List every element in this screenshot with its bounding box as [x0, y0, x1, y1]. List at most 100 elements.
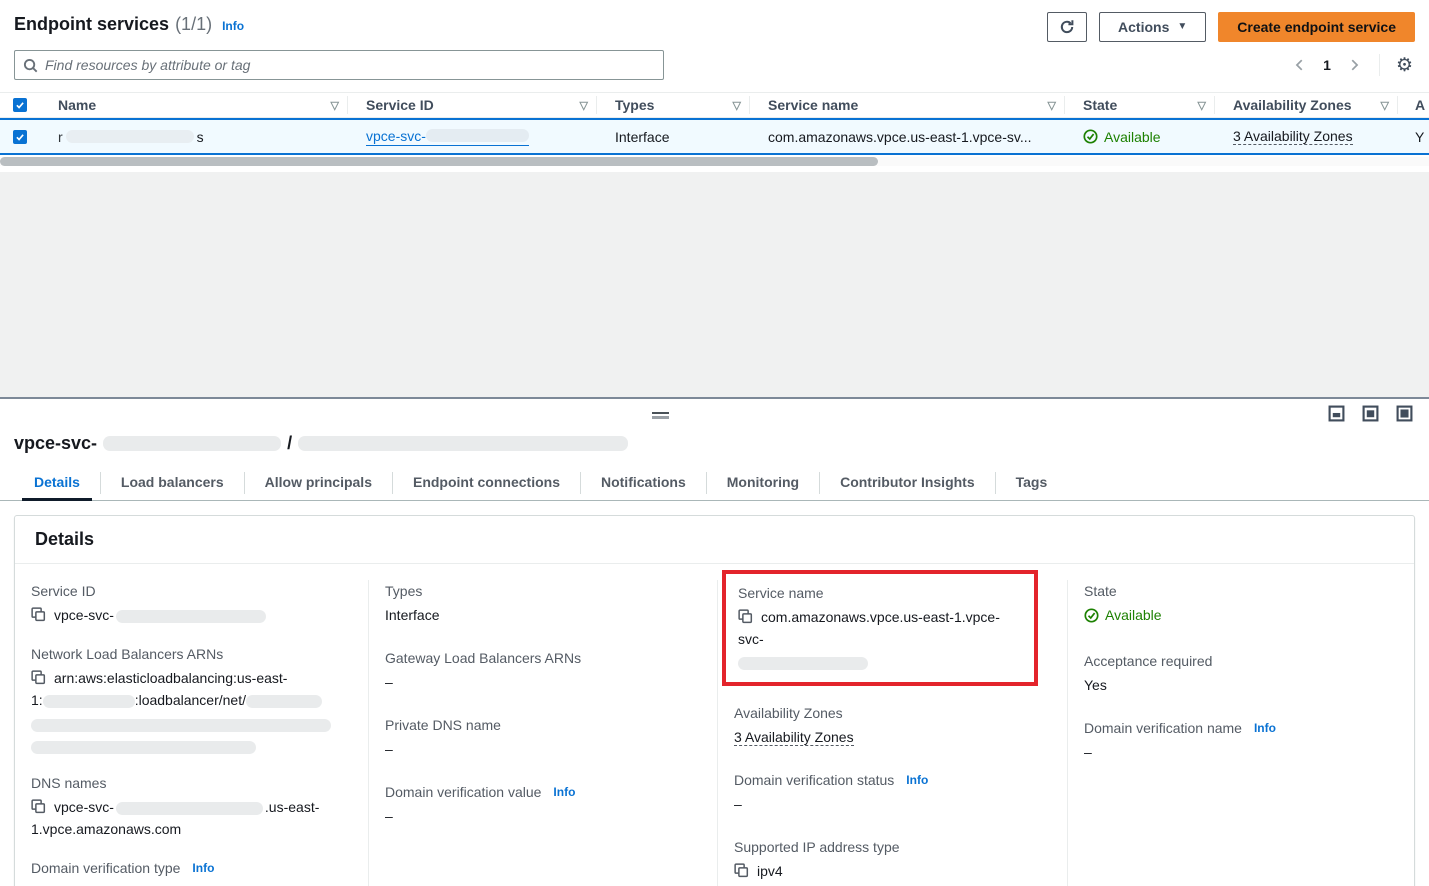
- redacted-service-name: [738, 657, 868, 670]
- redacted-title-id: [103, 436, 281, 451]
- sort-icon-state[interactable]: ▽: [1198, 99, 1206, 112]
- availability-zones-popover-link[interactable]: 3 Availability Zones: [1233, 128, 1353, 145]
- next-page-button[interactable]: [1343, 54, 1365, 76]
- actions-button-label: Actions: [1118, 19, 1169, 35]
- select-all-checkbox[interactable]: [13, 98, 27, 112]
- background-gap: [0, 172, 1429, 397]
- column-header-availability-zones: Availability Zones ▽: [1215, 93, 1398, 117]
- split-panel-drag-handle[interactable]: [652, 412, 669, 419]
- sort-icon-name[interactable]: ▽: [331, 99, 339, 112]
- current-page-number[interactable]: 1: [1315, 57, 1339, 73]
- column-header-types: Types ▽: [597, 93, 750, 117]
- pagination: 1 ⚙: [1289, 54, 1415, 76]
- panel-size-full-button[interactable]: [1396, 405, 1413, 422]
- split-panel-controls: [1328, 405, 1413, 422]
- row-checkbox[interactable]: [13, 130, 27, 144]
- refresh-button[interactable]: [1047, 12, 1087, 42]
- tab-monitoring[interactable]: Monitoring: [707, 466, 819, 500]
- redacted-name: [66, 130, 194, 143]
- copy-icon[interactable]: [734, 863, 749, 878]
- column-header-truncated: A: [1398, 93, 1429, 117]
- cell-types: Interface: [597, 120, 750, 153]
- details-column-4: State Available Acceptance required Yes: [1067, 580, 1414, 886]
- redacted-title-name: [298, 436, 628, 451]
- info-link[interactable]: Info: [222, 19, 244, 33]
- column-header-service-id: Service ID ▽: [348, 93, 597, 117]
- field-domain-verification-type: Domain verification type Info –: [31, 857, 352, 886]
- redacted-dns: [116, 802, 263, 815]
- horizontal-scrollbar-thumb[interactable]: [0, 157, 878, 166]
- cell-state: Available: [1065, 120, 1215, 153]
- refresh-icon: [1059, 19, 1075, 35]
- info-link[interactable]: Info: [192, 857, 214, 879]
- tab-details[interactable]: Details: [14, 466, 100, 500]
- tab-allow-principals[interactable]: Allow principals: [245, 466, 392, 500]
- info-link[interactable]: Info: [553, 781, 575, 803]
- details-card: Details Service ID vpce-svc- Network Loa…: [14, 515, 1415, 886]
- resource-count: (1/1): [175, 14, 212, 35]
- sort-icon-types[interactable]: ▽: [733, 99, 741, 112]
- field-types: Types Interface: [385, 580, 701, 626]
- field-dns-names: DNS names vpce-svc-.us-east- 1.vpce.amaz…: [31, 772, 352, 840]
- tab-load-balancers[interactable]: Load balancers: [101, 466, 244, 500]
- preferences-gear-icon[interactable]: ⚙: [1394, 56, 1415, 75]
- copy-icon[interactable]: [31, 799, 46, 814]
- sort-icon-service-id[interactable]: ▽: [580, 99, 588, 112]
- status-available-icon: [1084, 608, 1099, 623]
- column-header-service-name: Service name ▽: [750, 93, 1065, 117]
- actions-button[interactable]: Actions ▼: [1099, 12, 1206, 42]
- previous-page-button[interactable]: [1289, 54, 1311, 76]
- details-column-2: Types Interface Gateway Load Balancers A…: [368, 580, 717, 886]
- tab-notifications[interactable]: Notifications: [581, 466, 706, 500]
- copy-icon[interactable]: [738, 609, 753, 624]
- info-link[interactable]: Info: [906, 769, 928, 791]
- search-icon: [23, 58, 38, 73]
- redacted-service-id-value: [116, 610, 266, 623]
- service-id-link[interactable]: vpce-svc-: [366, 128, 529, 146]
- cell-truncated: Y: [1398, 120, 1429, 153]
- redacted-arn-line: [31, 719, 331, 732]
- details-column-1: Service ID vpce-svc- Network Load Balanc…: [15, 580, 368, 886]
- service-name-highlight-box: Service name com.amazonaws.vpce.us-east-…: [722, 570, 1038, 686]
- toolbar-divider: [1379, 54, 1380, 76]
- details-column-3: Service name com.amazonaws.vpce.us-east-…: [717, 580, 1067, 886]
- tab-contributor-insights[interactable]: Contributor Insights: [820, 466, 995, 500]
- info-link[interactable]: Info: [1254, 717, 1276, 739]
- split-panel: vpce-svc- / Details Load balancers Allow…: [0, 397, 1429, 863]
- field-gateway-lb-arns: Gateway Load Balancers ARNs –: [385, 647, 701, 693]
- copy-icon[interactable]: [31, 670, 46, 685]
- table-row[interactable]: r s vpce-svc- Interface com.amazonaws.vp…: [0, 118, 1429, 155]
- field-state: State Available: [1084, 580, 1398, 629]
- cell-availability-zones: 3 Availability Zones: [1215, 120, 1398, 153]
- cell-service-name: com.amazonaws.vpce.us-east-1.vpce-sv...: [750, 120, 1065, 153]
- panel-size-medium-button[interactable]: [1362, 405, 1379, 422]
- column-header-name: Name ▽: [40, 93, 348, 117]
- page-title: Endpoint services: [14, 14, 169, 35]
- endpoint-services-table: Name ▽ Service ID ▽ Types ▽ Service name…: [0, 92, 1429, 166]
- details-heading: Details: [35, 529, 1394, 550]
- panel-title: vpce-svc- /: [0, 399, 1429, 454]
- column-header-state: State ▽: [1065, 93, 1215, 117]
- table-header-row: Name ▽ Service ID ▽ Types ▽ Service name…: [0, 92, 1429, 118]
- search-input[interactable]: [45, 57, 655, 73]
- panel-size-small-button[interactable]: [1328, 405, 1345, 422]
- copy-icon[interactable]: [31, 607, 46, 622]
- availability-zones-popover-link[interactable]: 3 Availability Zones: [734, 729, 854, 746]
- tab-endpoint-connections[interactable]: Endpoint connections: [393, 466, 580, 500]
- cell-service-id: vpce-svc-: [348, 120, 597, 153]
- page-header: Endpoint services (1/1) Info Actions ▼ C…: [0, 0, 1429, 48]
- horizontal-scrollbar: [0, 157, 1429, 166]
- field-private-dns-name: Private DNS name –: [385, 714, 701, 760]
- sort-icon-availability-zones[interactable]: ▽: [1381, 99, 1389, 112]
- redacted-arn-line: [31, 741, 256, 754]
- redacted-service-id: [426, 129, 529, 142]
- sort-icon-service-name[interactable]: ▽: [1048, 99, 1056, 112]
- field-domain-verification-status: Domain verification status Info –: [734, 769, 1051, 815]
- field-acceptance-required: Acceptance required Yes: [1084, 650, 1398, 696]
- field-nlb-arns: Network Load Balancers ARNs arn:aws:elas…: [31, 643, 352, 755]
- create-endpoint-service-button[interactable]: Create endpoint service: [1218, 12, 1415, 42]
- tab-tags[interactable]: Tags: [996, 466, 1068, 500]
- field-service-id: Service ID vpce-svc-: [31, 580, 352, 626]
- redacted-lb-name: [246, 695, 322, 708]
- search-box[interactable]: [14, 50, 664, 80]
